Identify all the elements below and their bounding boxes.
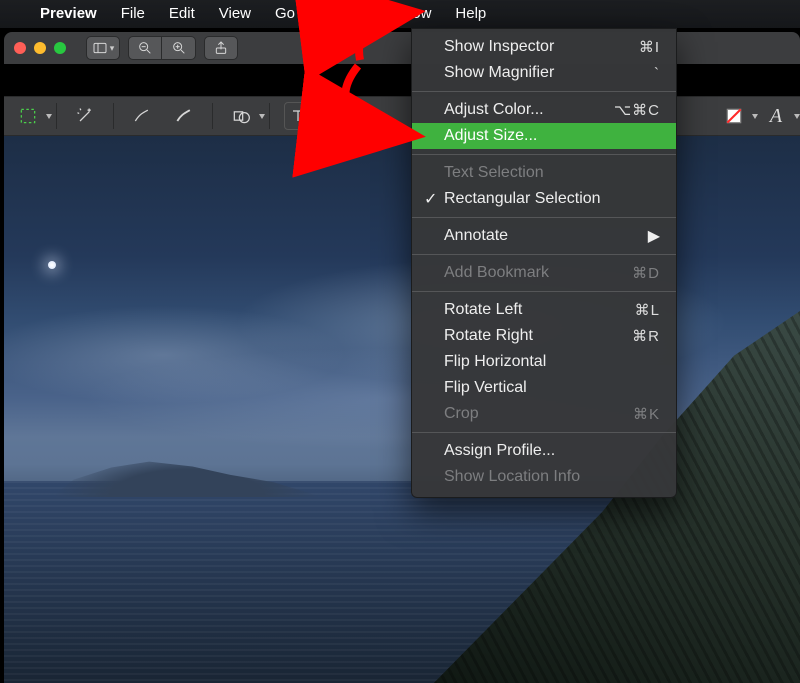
text-style-picker[interactable]: A bbox=[762, 102, 790, 130]
separator bbox=[113, 103, 114, 129]
markup-toolbar: A bbox=[4, 96, 800, 136]
share-icon bbox=[213, 40, 229, 56]
menu-item-label: Rotate Right bbox=[444, 327, 533, 345]
menu-item-shortcut: ⌥⌘C bbox=[614, 101, 660, 119]
menu-item-show-location-info: Show Location Info bbox=[412, 464, 676, 490]
menu-item-shortcut: ⌘K bbox=[633, 405, 660, 423]
pencil-icon bbox=[132, 106, 152, 126]
menu-separator bbox=[412, 154, 676, 155]
menubar-help[interactable]: Help bbox=[443, 0, 498, 28]
menu-item-label: Add Bookmark bbox=[444, 264, 549, 282]
menu-item-add-bookmark: Add Bookmark ⌘D bbox=[412, 260, 676, 286]
minimize-button[interactable] bbox=[34, 42, 46, 54]
menu-item-show-magnifier[interactable]: Show Magnifier ` bbox=[412, 60, 676, 86]
submenu-arrow-icon: ▶ bbox=[648, 226, 660, 246]
zoom-out-icon bbox=[137, 40, 153, 56]
menubar-tools[interactable]: Tools bbox=[307, 0, 366, 28]
menu-item-shortcut: ⌘L bbox=[635, 301, 660, 319]
menu-item-shortcut: ⌘R bbox=[632, 327, 660, 345]
selection-tool[interactable] bbox=[14, 102, 42, 130]
sidebar-icon bbox=[92, 40, 108, 56]
menu-item-rotate-left[interactable]: Rotate Left ⌘L bbox=[412, 297, 676, 323]
chevron-down-icon: ▾ bbox=[110, 43, 115, 54]
text-tool[interactable] bbox=[284, 102, 312, 130]
menu-item-label: Show Inspector bbox=[444, 38, 554, 56]
checkmark-icon: ✓ bbox=[424, 189, 437, 209]
menu-item-crop: Crop ⌘K bbox=[412, 401, 676, 427]
menu-item-flip-vertical[interactable]: Flip Vertical bbox=[412, 375, 676, 401]
menu-item-label: Crop bbox=[444, 405, 479, 423]
menu-item-label: Annotate bbox=[444, 227, 508, 245]
menu-separator bbox=[412, 432, 676, 433]
menu-item-show-inspector[interactable]: Show Inspector ⌘I bbox=[412, 34, 676, 60]
shapes-icon bbox=[231, 106, 251, 126]
shapes-tool[interactable] bbox=[227, 102, 255, 130]
separator bbox=[326, 103, 327, 129]
menu-item-flip-horizontal[interactable]: Flip Horizontal bbox=[412, 349, 676, 375]
window-titlebar: ▾ bbox=[4, 32, 800, 64]
zoom-out-button[interactable] bbox=[128, 36, 162, 60]
window-traffic-lights bbox=[14, 42, 66, 54]
menu-separator bbox=[412, 91, 676, 92]
menubar-view[interactable]: View bbox=[207, 0, 263, 28]
share-button[interactable] bbox=[204, 36, 238, 60]
image-canvas[interactable] bbox=[4, 136, 800, 683]
close-button[interactable] bbox=[14, 42, 26, 54]
menu-item-label: Assign Profile... bbox=[444, 442, 555, 460]
menu-item-shortcut: ⌘I bbox=[639, 38, 660, 56]
menubar-edit[interactable]: Edit bbox=[157, 0, 207, 28]
draw-tool[interactable] bbox=[170, 102, 198, 130]
tools-dropdown-menu: Show Inspector ⌘I Show Magnifier ` Adjust Co… bbox=[411, 28, 677, 498]
sidebar-toggle-button[interactable]: ▾ bbox=[86, 36, 120, 60]
menu-item-shortcut: ` bbox=[654, 65, 660, 82]
separator bbox=[56, 103, 57, 129]
menu-item-assign-profile[interactable]: Assign Profile... bbox=[412, 438, 676, 464]
menu-item-label: Show Magnifier bbox=[444, 64, 554, 82]
menu-item-rotate-right[interactable]: Rotate Right ⌘R bbox=[412, 323, 676, 349]
menu-item-label: Adjust Size... bbox=[444, 127, 537, 145]
menu-separator bbox=[412, 217, 676, 218]
zoom-button[interactable] bbox=[54, 42, 66, 54]
mac-menubar: Preview File Edit View Go Tools Window H… bbox=[0, 0, 800, 28]
zoom-in-icon bbox=[171, 40, 187, 56]
menubar-file[interactable]: File bbox=[109, 0, 157, 28]
menu-item-rectangular-selection[interactable]: ✓ Rectangular Selection bbox=[412, 186, 676, 212]
menu-item-label: Rotate Left bbox=[444, 301, 522, 319]
menu-item-label: Rectangular Selection bbox=[444, 190, 601, 208]
menu-item-label: Text Selection bbox=[444, 164, 544, 182]
fill-color-picker[interactable] bbox=[720, 102, 748, 130]
sketch-tool[interactable] bbox=[128, 102, 156, 130]
instant-alpha-tool[interactable] bbox=[71, 102, 99, 130]
menu-item-label: Flip Horizontal bbox=[444, 353, 546, 371]
menu-item-label: Adjust Color... bbox=[444, 101, 544, 119]
zoom-segment bbox=[128, 36, 196, 60]
menubar-go[interactable]: Go bbox=[263, 0, 307, 28]
menu-separator bbox=[412, 254, 676, 255]
separator bbox=[212, 103, 213, 129]
menu-item-shortcut: ⌘D bbox=[632, 264, 660, 282]
magic-wand-icon bbox=[75, 106, 95, 126]
zoom-in-button[interactable] bbox=[162, 36, 196, 60]
menu-separator bbox=[412, 291, 676, 292]
menu-item-text-selection: Text Selection bbox=[412, 160, 676, 186]
menubar-window[interactable]: Window bbox=[366, 0, 443, 28]
menu-item-label: Show Location Info bbox=[444, 468, 580, 486]
text-icon bbox=[288, 106, 308, 126]
separator bbox=[269, 103, 270, 129]
app-menu[interactable]: Preview bbox=[28, 0, 109, 28]
color-swatch-icon bbox=[724, 106, 744, 126]
menu-item-annotate[interactable]: Annotate ▶ bbox=[412, 223, 676, 249]
moon-graphic bbox=[48, 261, 56, 269]
menu-item-adjust-size[interactable]: Adjust Size... bbox=[412, 123, 676, 149]
menu-item-label: Flip Vertical bbox=[444, 379, 527, 397]
menu-item-adjust-color[interactable]: Adjust Color... ⌥⌘C bbox=[412, 97, 676, 123]
selection-icon bbox=[18, 106, 38, 126]
brush-icon bbox=[174, 106, 194, 126]
